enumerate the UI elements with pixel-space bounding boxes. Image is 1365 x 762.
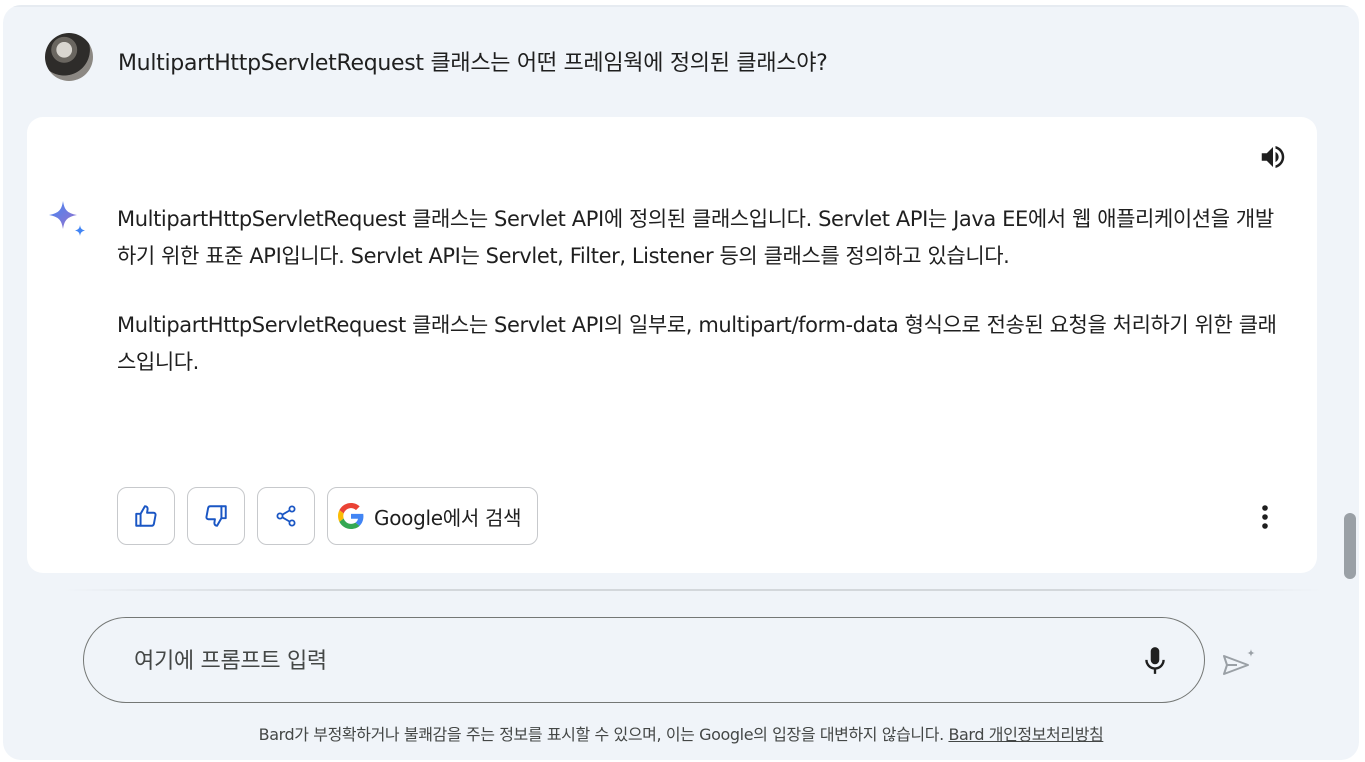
volume-up-icon bbox=[1261, 146, 1285, 168]
mic-icon bbox=[1145, 647, 1165, 674]
send-icon bbox=[1223, 649, 1255, 675]
response-paragraph-1: MultipartHttpServletRequest 클래스는 Servlet… bbox=[117, 207, 1274, 268]
thumbs-down-button[interactable] bbox=[187, 487, 245, 545]
more-vert-icon bbox=[1262, 505, 1268, 529]
top-divider bbox=[3, 5, 1359, 7]
response-card: MultipartHttpServletRequest 클래스는 Servlet… bbox=[27, 117, 1317, 573]
more-options-button[interactable] bbox=[1245, 497, 1285, 537]
share-icon bbox=[276, 505, 296, 527]
share-button[interactable] bbox=[257, 487, 315, 545]
disclaimer: Bard가 부정확하거나 불쾌감을 주는 정보를 표시할 수 있으며, 이는 G… bbox=[3, 721, 1359, 745]
prompt-input[interactable] bbox=[132, 640, 1116, 682]
disclaimer-text: Bard가 부정확하거나 불쾌감을 주는 정보를 표시할 수 있으며, 이는 G… bbox=[258, 725, 945, 744]
google-g-icon bbox=[338, 503, 364, 529]
response-body: MultipartHttpServletRequest 클래스는 Servlet… bbox=[117, 201, 1277, 413]
send-button[interactable] bbox=[1217, 641, 1261, 685]
scrollbar-thumb[interactable] bbox=[1344, 513, 1356, 579]
voice-input-button[interactable] bbox=[1134, 640, 1176, 682]
response-actions: Google에서 검색 bbox=[117, 487, 539, 545]
listen-button[interactable] bbox=[1251, 135, 1295, 179]
thumbs-up-button[interactable] bbox=[117, 487, 175, 545]
user-prompt-text: MultipartHttpServletRequest 클래스는 어떤 프레임웍… bbox=[118, 51, 828, 76]
privacy-policy-link[interactable]: Bard 개인정보처리방침 bbox=[948, 725, 1103, 744]
bard-chat-window: MultipartHttpServletRequest 클래스는 어떤 프레임웍… bbox=[3, 5, 1359, 760]
input-divider bbox=[63, 589, 1323, 591]
bard-sparkle-icon bbox=[49, 201, 85, 236]
thumbs-down-icon bbox=[205, 505, 227, 527]
google-search-label: Google에서 검색 bbox=[374, 505, 522, 530]
thumbs-up-icon bbox=[135, 505, 157, 527]
user-avatar[interactable] bbox=[45, 33, 93, 81]
response-paragraph-2: MultipartHttpServletRequest 클래스는 Servlet… bbox=[117, 313, 1277, 374]
google-search-button[interactable]: Google에서 검색 bbox=[327, 487, 539, 545]
prompt-input-container bbox=[83, 617, 1205, 703]
